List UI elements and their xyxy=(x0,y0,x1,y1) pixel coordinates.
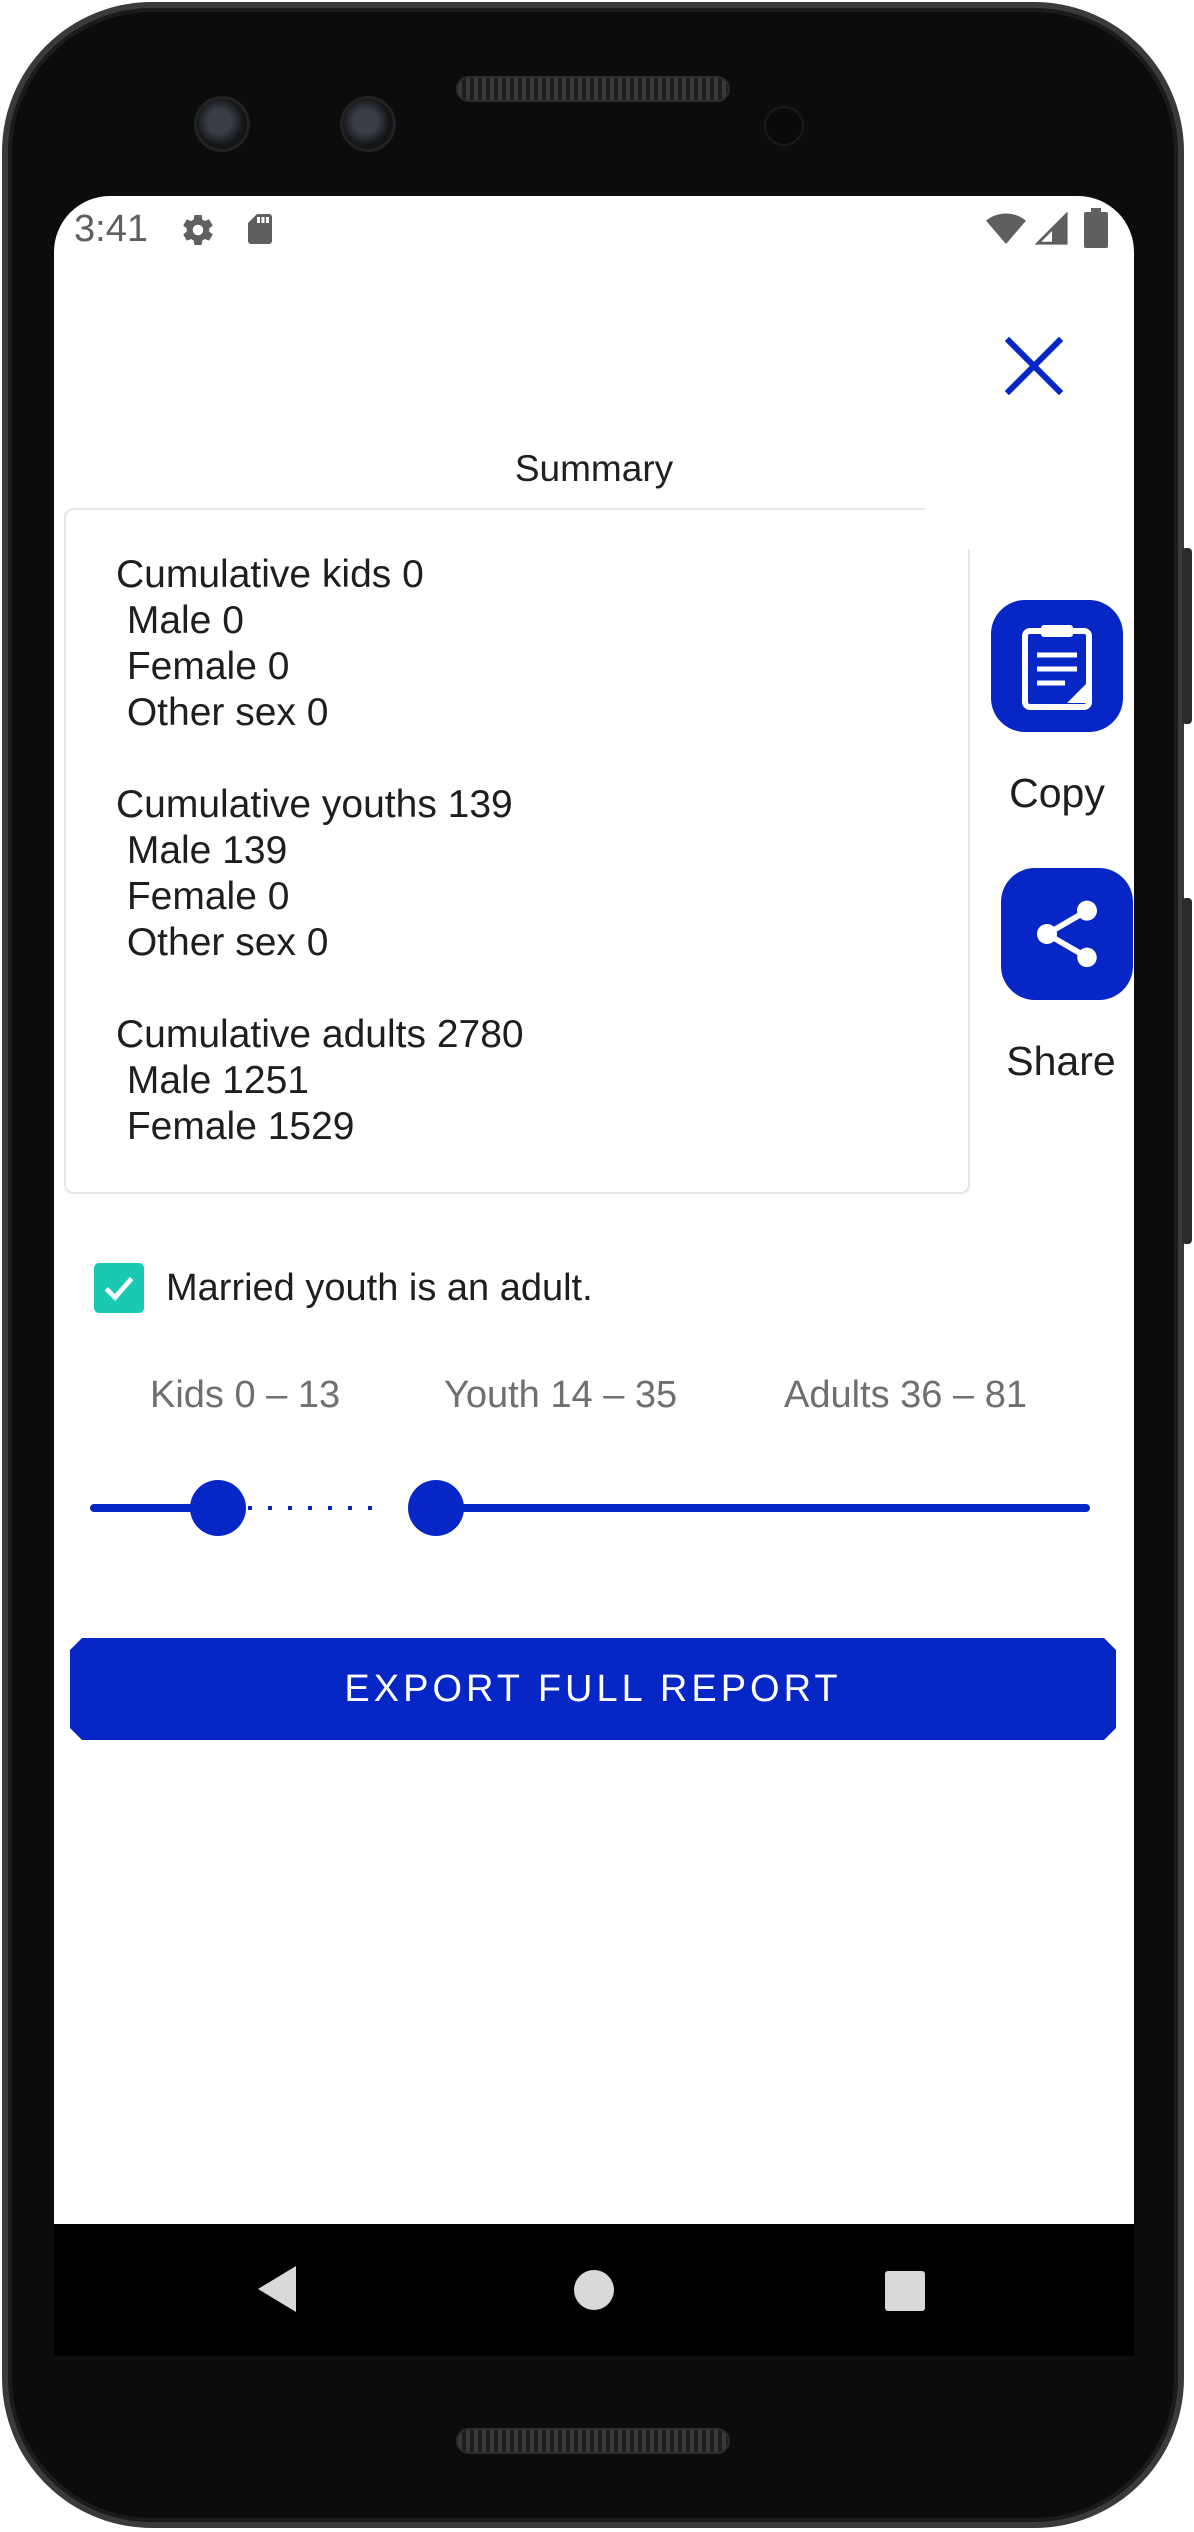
share-action: Share xyxy=(986,868,1134,1085)
top-speaker xyxy=(456,76,730,102)
married-youth-checkbox-row[interactable]: Married youth is an adult. xyxy=(94,1258,593,1318)
age-range-slider[interactable] xyxy=(90,1468,1090,1548)
clipboard-icon xyxy=(1022,625,1092,710)
home-icon[interactable] xyxy=(572,2268,616,2312)
copy-label: Copy xyxy=(1009,770,1105,816)
slider-track-right xyxy=(418,1504,1090,1512)
status-bar: 3:41 xyxy=(54,196,1134,266)
settings-icon xyxy=(183,215,213,246)
slider-thumb-youth-adults[interactable] xyxy=(408,1480,464,1536)
share-icon xyxy=(1037,900,1097,968)
kids-range-label: Kids 0 – 13 xyxy=(150,1374,341,1416)
wifi-icon xyxy=(986,213,1026,244)
bottom-bezel xyxy=(54,2356,1134,2416)
signal-icon xyxy=(1034,212,1068,245)
share-button[interactable] xyxy=(1001,868,1133,1000)
married-youth-checkbox[interactable] xyxy=(94,1263,144,1313)
summary-card: Cumulative kids 0 Male 0 Female 0 Other … xyxy=(64,508,970,1194)
phone-frame: 3:41 Summary Cumulative kids 0 Male 0 Fe… xyxy=(0,0,1194,2532)
close-button[interactable] xyxy=(984,316,1084,416)
sd-card-icon xyxy=(248,214,272,244)
volume-button xyxy=(1182,898,1192,1244)
slider-thumb-kids-youth[interactable] xyxy=(190,1480,246,1536)
battery-icon xyxy=(1084,208,1108,248)
proximity-sensor-icon xyxy=(764,106,804,146)
copy-action: Copy xyxy=(982,600,1132,817)
slider-track-left xyxy=(90,1504,200,1512)
status-time: 3:41 xyxy=(74,208,148,250)
bottom-speaker xyxy=(456,2428,730,2454)
recents-icon[interactable] xyxy=(884,2270,926,2312)
navigation-bar xyxy=(54,2224,1134,2356)
back-icon[interactable] xyxy=(254,2264,302,2314)
screen: 3:41 Summary Cumulative kids 0 Male 0 Fe… xyxy=(54,196,1134,2356)
front-camera-icon xyxy=(194,96,250,152)
front-camera-icon xyxy=(340,96,396,152)
age-range-labels: Kids 0 – 13 Youth 14 – 35 Adults 36 – 81 xyxy=(54,1374,1134,1434)
summary-text: Cumulative kids 0 Male 0 Female 0 Other … xyxy=(116,553,524,1148)
close-icon xyxy=(1005,337,1063,395)
page-title: Summary xyxy=(514,448,674,489)
share-label: Share xyxy=(1006,1038,1116,1084)
youth-range-label: Youth 14 – 35 xyxy=(444,1374,678,1416)
copy-button[interactable] xyxy=(991,600,1123,732)
export-full-report-button[interactable]: EXPORT FULL REPORT xyxy=(70,1638,1116,1740)
married-youth-label: Married youth is an adult. xyxy=(166,1266,593,1309)
power-button xyxy=(1182,548,1192,724)
checkmark-icon xyxy=(104,1276,134,1301)
adults-range-label: Adults 36 – 81 xyxy=(784,1374,1027,1416)
slider-track-active xyxy=(228,1506,388,1510)
